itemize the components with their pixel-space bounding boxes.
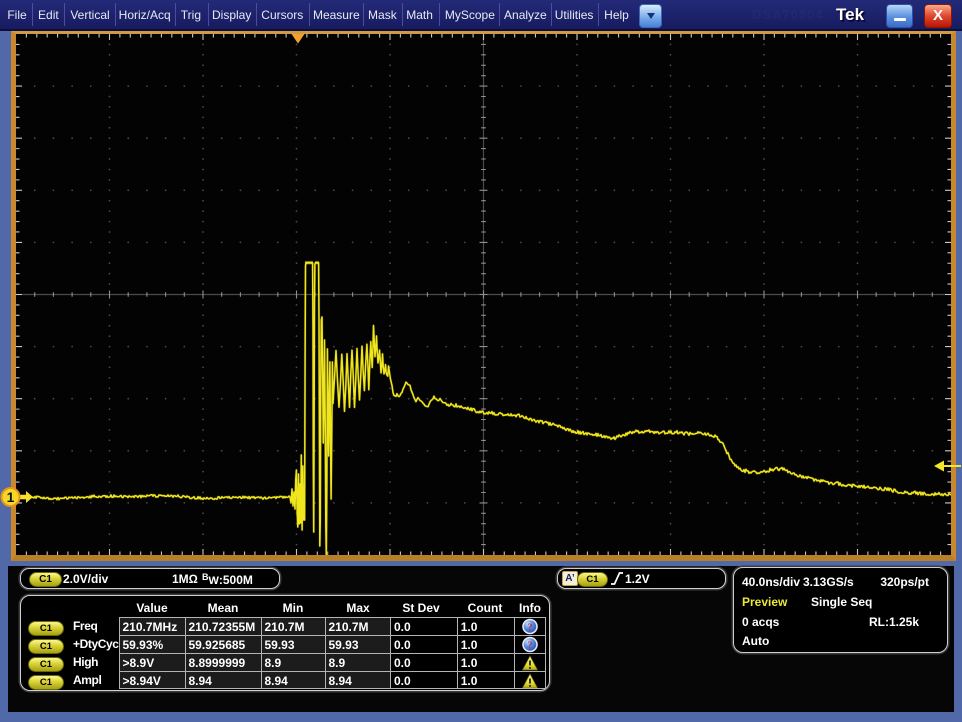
svg-text:?: ? <box>527 640 533 652</box>
svg-text:1: 1 <box>7 489 15 505</box>
svg-text:?: ? <box>527 622 533 634</box>
